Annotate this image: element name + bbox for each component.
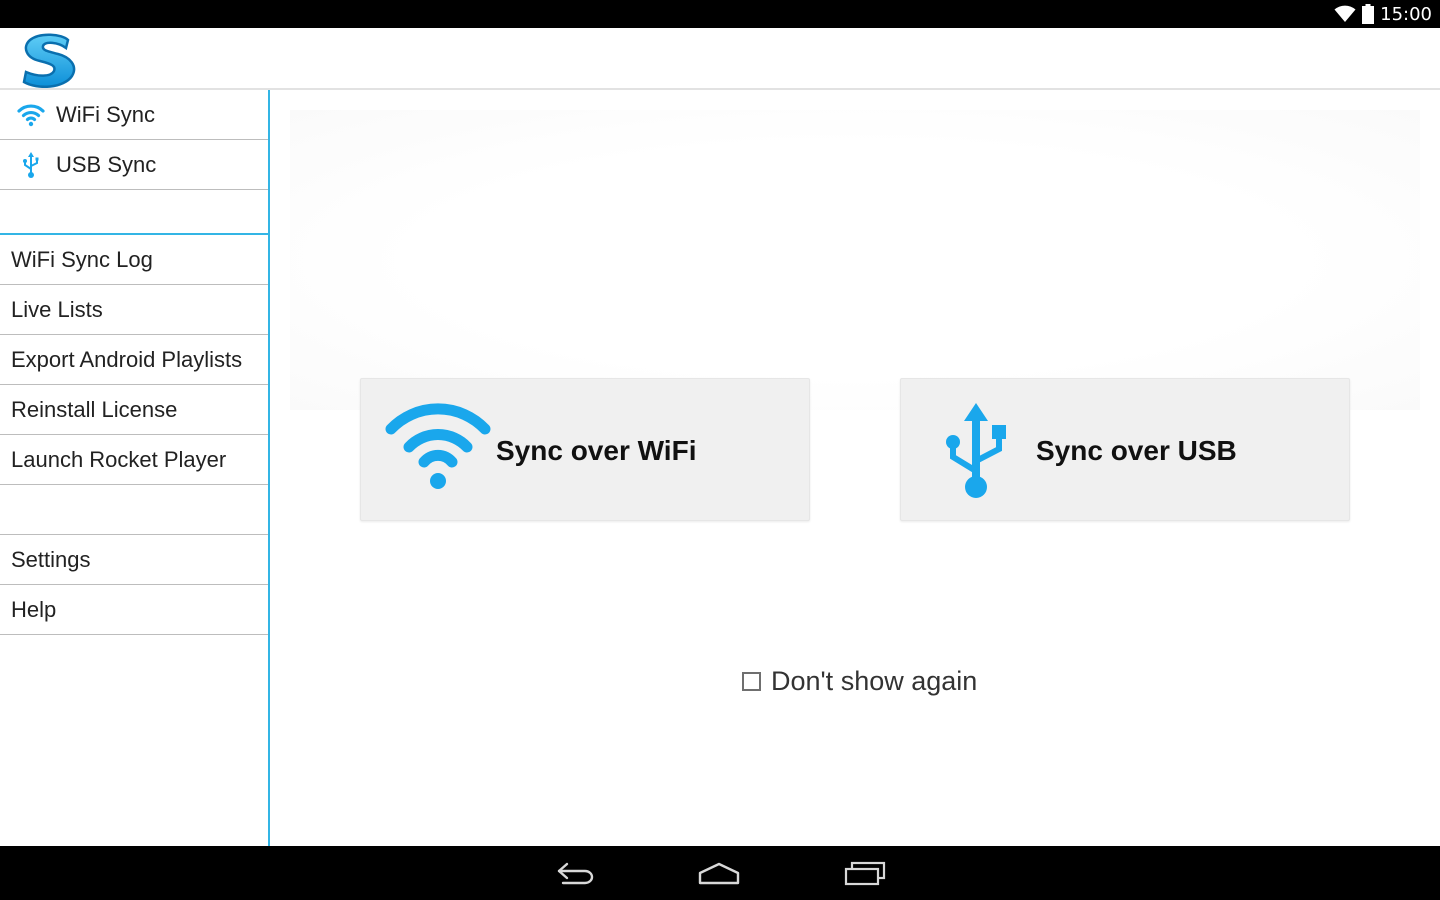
status-time: 15:00	[1380, 3, 1432, 25]
dont-show-again-label: Don't show again	[771, 666, 978, 696]
status-indicators: 15:00	[1334, 0, 1432, 28]
dont-show-again-checkbox[interactable]	[742, 672, 761, 691]
sidebar-item-export-android-playlists[interactable]: Export Android Playlists	[0, 335, 268, 385]
sidebar-item-launch-rocket-player[interactable]: Launch Rocket Player	[0, 435, 268, 485]
sync-over-wifi-label: Sync over WiFi	[496, 434, 697, 466]
sync-over-usb-button[interactable]: Sync over USB	[900, 378, 1350, 521]
system-nav-bar	[0, 846, 1440, 900]
action-bar	[0, 28, 1440, 90]
wifi-icon	[1334, 5, 1356, 23]
back-icon[interactable]	[551, 856, 601, 890]
sidebar-item-label: USB Sync	[56, 151, 157, 177]
sidebar-item-wifi-sync-log[interactable]: WiFi Sync Log	[0, 235, 268, 285]
sidebar-spacer	[0, 485, 268, 535]
sidebar-item-label: WiFi Sync	[56, 101, 155, 127]
sidebar-item-wifi-sync[interactable]: WiFi Sync	[0, 90, 268, 140]
home-icon[interactable]	[694, 856, 744, 890]
usb-icon	[16, 150, 46, 180]
status-bar: 15:00	[0, 0, 1440, 28]
main-content: Sync over WiFi Sync over USB Don't show …	[270, 90, 1440, 846]
sidebar-item-reinstall-license[interactable]: Reinstall License	[0, 385, 268, 435]
recents-icon[interactable]	[840, 856, 890, 890]
sidebar: WiFi Sync USB Sync WiFi Sync Log Live Li…	[0, 90, 270, 846]
sync-over-usb-label: Sync over USB	[1036, 434, 1237, 466]
background-glow	[290, 110, 1420, 410]
dont-show-again-option[interactable]: Don't show again	[742, 666, 977, 697]
wifi-icon	[16, 100, 46, 130]
wifi-icon	[383, 399, 493, 499]
sidebar-section-divider	[0, 190, 268, 235]
sidebar-item-help[interactable]: Help	[0, 585, 268, 635]
battery-icon	[1362, 4, 1375, 24]
sidebar-item-usb-sync[interactable]: USB Sync	[0, 140, 268, 190]
usb-icon	[931, 399, 1041, 499]
sidebar-item-live-lists[interactable]: Live Lists	[0, 285, 268, 335]
app-logo-s-icon[interactable]	[18, 32, 78, 89]
sidebar-item-settings[interactable]: Settings	[0, 535, 268, 585]
sync-over-wifi-button[interactable]: Sync over WiFi	[360, 378, 810, 521]
